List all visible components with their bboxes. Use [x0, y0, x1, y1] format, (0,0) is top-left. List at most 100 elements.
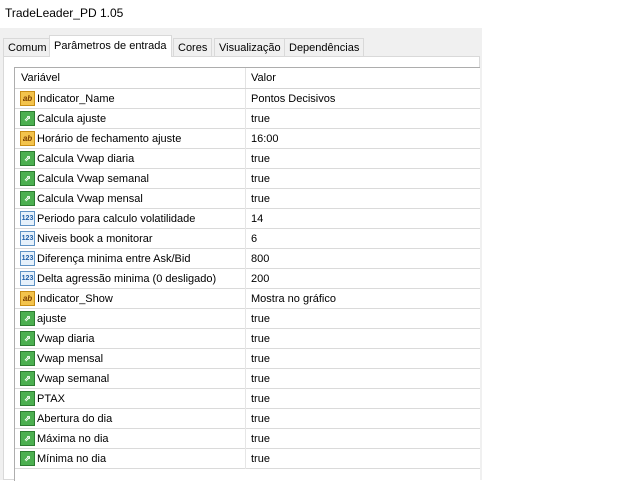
column-separator	[245, 209, 246, 229]
tab-parametros-de-entrada[interactable]: Parâmetros de entrada	[49, 35, 172, 57]
column-separator	[245, 429, 246, 449]
parameter-name: ajuste	[37, 313, 67, 325]
column-separator	[245, 369, 246, 389]
parameter-value[interactable]: 800	[251, 249, 269, 269]
column-separator	[245, 349, 246, 369]
table-row[interactable]: ⇗ Calcula Vwap mensal true	[15, 189, 480, 209]
table-row[interactable]: ⇗ Mínima no dia true	[15, 449, 480, 469]
bool-param-icon: ⇗	[20, 111, 35, 126]
parameter-value[interactable]: Pontos Decisivos	[251, 89, 335, 109]
table-row[interactable]: ab Indicator_Name Pontos Decisivos	[15, 89, 480, 109]
column-separator	[245, 189, 246, 209]
parameter-name: Indicator_Name	[37, 93, 115, 105]
parameter-value[interactable]: true	[251, 409, 270, 429]
number-param-icon: 123	[20, 231, 35, 246]
table-row[interactable]: ⇗ Máxima no dia true	[15, 429, 480, 449]
table-row[interactable]: ⇗ ajuste true	[15, 309, 480, 329]
number-param-icon: 123	[20, 271, 35, 286]
column-separator	[245, 89, 246, 109]
text-param-icon: ab	[20, 291, 35, 306]
table-row[interactable]: ⇗ Vwap semanal true	[15, 369, 480, 389]
parameter-value[interactable]: 14	[251, 209, 263, 229]
parameter-value[interactable]: true	[251, 369, 270, 389]
column-separator	[245, 269, 246, 289]
header-separator	[245, 68, 246, 88]
bool-param-icon: ⇗	[20, 191, 35, 206]
bool-param-icon: ⇗	[20, 171, 35, 186]
parameter-name: Periodo para calculo volatilidade	[37, 213, 196, 225]
parameter-name: PTAX	[37, 393, 65, 405]
bool-param-icon: ⇗	[20, 391, 35, 406]
parameter-value[interactable]: true	[251, 169, 270, 189]
column-separator	[245, 109, 246, 129]
tab-visualizacao[interactable]: Visualização	[214, 38, 286, 56]
parameter-value[interactable]: true	[251, 449, 270, 469]
parameter-value[interactable]: true	[251, 189, 270, 209]
number-param-icon: 123	[20, 211, 35, 226]
parameter-value[interactable]: true	[251, 309, 270, 329]
parameter-value[interactable]: 200	[251, 269, 269, 289]
bool-param-icon: ⇗	[20, 371, 35, 386]
bool-param-icon: ⇗	[20, 151, 35, 166]
parameter-value[interactable]: true	[251, 429, 270, 449]
parameter-name: Calcula ajuste	[37, 113, 107, 125]
column-separator	[245, 229, 246, 249]
parameters-grid[interactable]: Variável Valor ab Indicator_Name Pontos De…	[14, 67, 480, 481]
text-param-icon: ab	[20, 131, 35, 146]
column-separator	[245, 409, 246, 429]
table-row[interactable]: ⇗ Vwap mensal true	[15, 349, 480, 369]
parameter-name: Niveis book a monitorar	[37, 233, 153, 245]
tab-panel: Variável Valor ab Indicator_Name Pontos De…	[3, 56, 480, 481]
parameter-value[interactable]: Mostra no gráfico	[251, 289, 336, 309]
parameter-name: Calcula Vwap diaria	[37, 153, 135, 165]
bool-param-icon: ⇗	[20, 351, 35, 366]
bool-param-icon: ⇗	[20, 431, 35, 446]
table-row[interactable]: 123 Niveis book a monitorar 6	[15, 229, 480, 249]
grid-rows: ab Indicator_Name Pontos Decisivos ⇗ Calcula…	[15, 89, 480, 469]
table-row[interactable]: ab Horário de fechamento ajuste 16:00	[15, 129, 480, 149]
column-separator	[245, 129, 246, 149]
table-row[interactable]: ⇗ Calcula Vwap semanal true	[15, 169, 480, 189]
parameter-name: Abertura do dia	[37, 413, 113, 425]
tab-dependencias[interactable]: Dependências	[284, 38, 365, 56]
parameter-name: Vwap semanal	[37, 373, 110, 385]
tab-cores[interactable]: Cores	[173, 38, 213, 56]
parameter-value[interactable]: true	[251, 329, 270, 349]
table-row[interactable]: 123 Periodo para calculo volatilidade 14	[15, 209, 480, 229]
parameter-value[interactable]: 16:00	[251, 129, 279, 149]
parameter-name: Delta agressão minima (0 desligado)	[37, 273, 217, 285]
column-separator	[245, 389, 246, 409]
table-row[interactable]: 123 Diferença minima entre Ask/Bid 800	[15, 249, 480, 269]
parameter-name: Horário de fechamento ajuste	[37, 133, 182, 145]
parameter-value[interactable]: true	[251, 109, 270, 129]
parameter-value[interactable]: true	[251, 349, 270, 369]
table-row[interactable]: ab Indicator_Show Mostra no gráfico	[15, 289, 480, 309]
parameter-value[interactable]: true	[251, 149, 270, 169]
tab-comum[interactable]: Comum	[3, 38, 52, 56]
table-row[interactable]: 123 Delta agressão minima (0 desligado) 20…	[15, 269, 480, 289]
header-value[interactable]: Valor	[251, 68, 276, 88]
table-row[interactable]: ⇗ Calcula ajuste true	[15, 109, 480, 129]
parameter-value[interactable]: 6	[251, 229, 257, 249]
column-separator	[245, 329, 246, 349]
parameter-name: Calcula Vwap mensal	[37, 193, 143, 205]
parameter-value[interactable]: true	[251, 389, 270, 409]
bool-param-icon: ⇗	[20, 331, 35, 346]
table-row[interactable]: ⇗ Calcula Vwap diaria true	[15, 149, 480, 169]
parameter-name: Calcula Vwap semanal	[37, 173, 149, 185]
column-separator	[245, 449, 246, 469]
table-row[interactable]: ⇗ Abertura do dia true	[15, 409, 480, 429]
parameter-name: Indicator_Show	[37, 293, 113, 305]
table-row[interactable]: ⇗ PTAX true	[15, 389, 480, 409]
tab-strip: Comum Parâmetros de entrada Cores Visual…	[0, 28, 482, 481]
column-separator	[245, 169, 246, 189]
table-row[interactable]: ⇗ Vwap diaria true	[15, 329, 480, 349]
bool-param-icon: ⇗	[20, 411, 35, 426]
grid-header: Variável Valor	[15, 68, 480, 89]
column-separator	[245, 309, 246, 329]
parameter-name: Diferença minima entre Ask/Bid	[37, 253, 191, 265]
header-variable[interactable]: Variável	[21, 68, 60, 88]
column-separator	[245, 149, 246, 169]
parameter-name: Vwap diaria	[37, 333, 95, 345]
parameter-name: Mínima no dia	[37, 453, 107, 465]
